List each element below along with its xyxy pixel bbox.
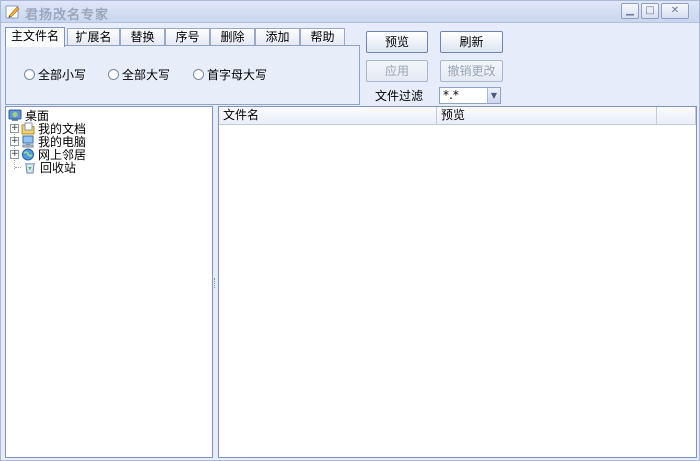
tree-connector-line: [15, 167, 21, 168]
preview-button[interactable]: 预览: [366, 31, 428, 53]
tab-sequence[interactable]: 序号: [165, 28, 210, 45]
pencil-app-icon: [5, 5, 20, 19]
minimize-icon: ▁: [626, 5, 634, 16]
expand-plus-icon[interactable]: +: [10, 150, 19, 159]
column-header-filename[interactable]: 文件名: [219, 107, 437, 125]
maximize-icon: □: [645, 5, 655, 16]
radio-all-lowercase[interactable]: 全部小写: [24, 66, 86, 83]
tab-help[interactable]: 帮助: [300, 28, 345, 45]
minimize-button[interactable]: ▁: [621, 3, 639, 19]
recycle-bin-icon: [25, 163, 35, 174]
refresh-button[interactable]: 刷新: [440, 31, 503, 53]
column-header-preview[interactable]: 预览: [437, 107, 657, 125]
tree-item-label: 回收站: [40, 161, 77, 175]
file-filter-combo[interactable]: *.* ▼: [439, 87, 501, 104]
radio-circle-icon: [193, 69, 204, 80]
expand-plus-icon[interactable]: +: [10, 137, 19, 146]
desktop-icon: [8, 109, 22, 121]
column-header-filler: [657, 107, 696, 125]
radio-capitalize-first[interactable]: 首字母大写: [193, 66, 267, 83]
documents-icon: [21, 122, 35, 135]
file-list[interactable]: 文件名 预览: [218, 106, 697, 458]
tab-panel: 全部小写 全部大写 首字母大写: [5, 45, 360, 105]
radio-all-uppercase[interactable]: 全部大写: [108, 66, 170, 83]
title-bar[interactable]: 君扬改名专家 ▁ □ ✕: [1, 1, 699, 23]
app-window: 君扬改名专家 ▁ □ ✕ 主文件名 扩展名 替换 序号 删除 添加 帮助 全部小…: [0, 0, 700, 461]
tab-main-filename[interactable]: 主文件名: [5, 27, 65, 47]
computer-icon: [22, 135, 34, 148]
radio-circle-icon: [24, 69, 35, 80]
radio-circle-icon: [108, 69, 119, 80]
close-button[interactable]: ✕: [661, 3, 689, 19]
folder-tree[interactable]: 桌面 + 我的文档 + 我的电脑 + 网上邻居 回收站: [5, 106, 213, 458]
splitter-grip-icon[interactable]: [214, 278, 216, 288]
tab-replace[interactable]: 替换: [120, 28, 165, 45]
maximize-button[interactable]: □: [641, 3, 659, 19]
file-filter-label: 文件过滤: [375, 89, 424, 103]
file-filter-value: *.*: [443, 88, 459, 102]
expand-plus-icon[interactable]: +: [10, 124, 19, 133]
apply-button[interactable]: 应用: [366, 60, 428, 82]
radio-label: 全部小写: [38, 68, 87, 82]
window-title: 君扬改名专家: [25, 8, 110, 23]
radio-label: 首字母大写: [207, 68, 268, 82]
radio-label: 全部大写: [122, 68, 171, 82]
close-icon: ✕: [670, 5, 680, 16]
tree-item-recycle-bin[interactable]: 回收站: [23, 161, 77, 175]
undo-changes-button[interactable]: 撤销更改: [440, 60, 503, 82]
chevron-down-icon[interactable]: ▼: [487, 88, 500, 103]
tab-extension[interactable]: 扩展名: [67, 28, 120, 45]
tab-delete[interactable]: 删除: [210, 28, 255, 45]
network-icon: [22, 148, 34, 161]
tab-add[interactable]: 添加: [255, 28, 300, 45]
